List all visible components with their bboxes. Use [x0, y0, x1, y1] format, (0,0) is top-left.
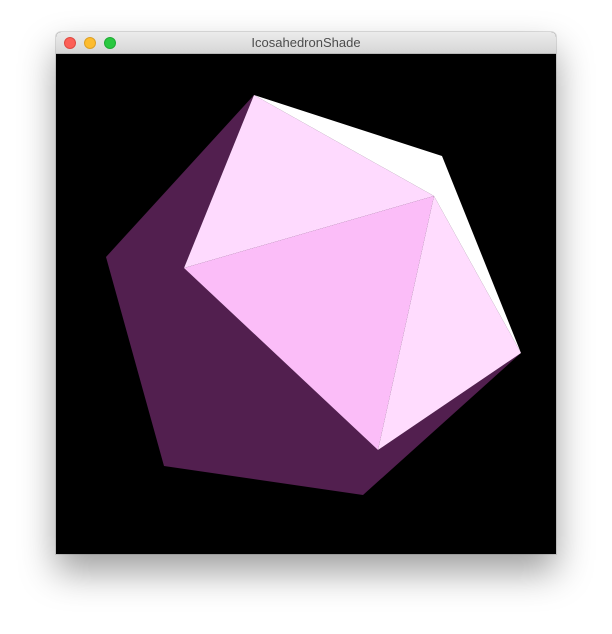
title-bar[interactable]: IcosahedronShade	[56, 32, 556, 54]
render-viewport[interactable]	[56, 54, 556, 554]
window-title: IcosahedronShade	[251, 35, 361, 50]
icosahedron-canvas	[106, 95, 521, 495]
app-window: IcosahedronShade	[56, 32, 556, 554]
